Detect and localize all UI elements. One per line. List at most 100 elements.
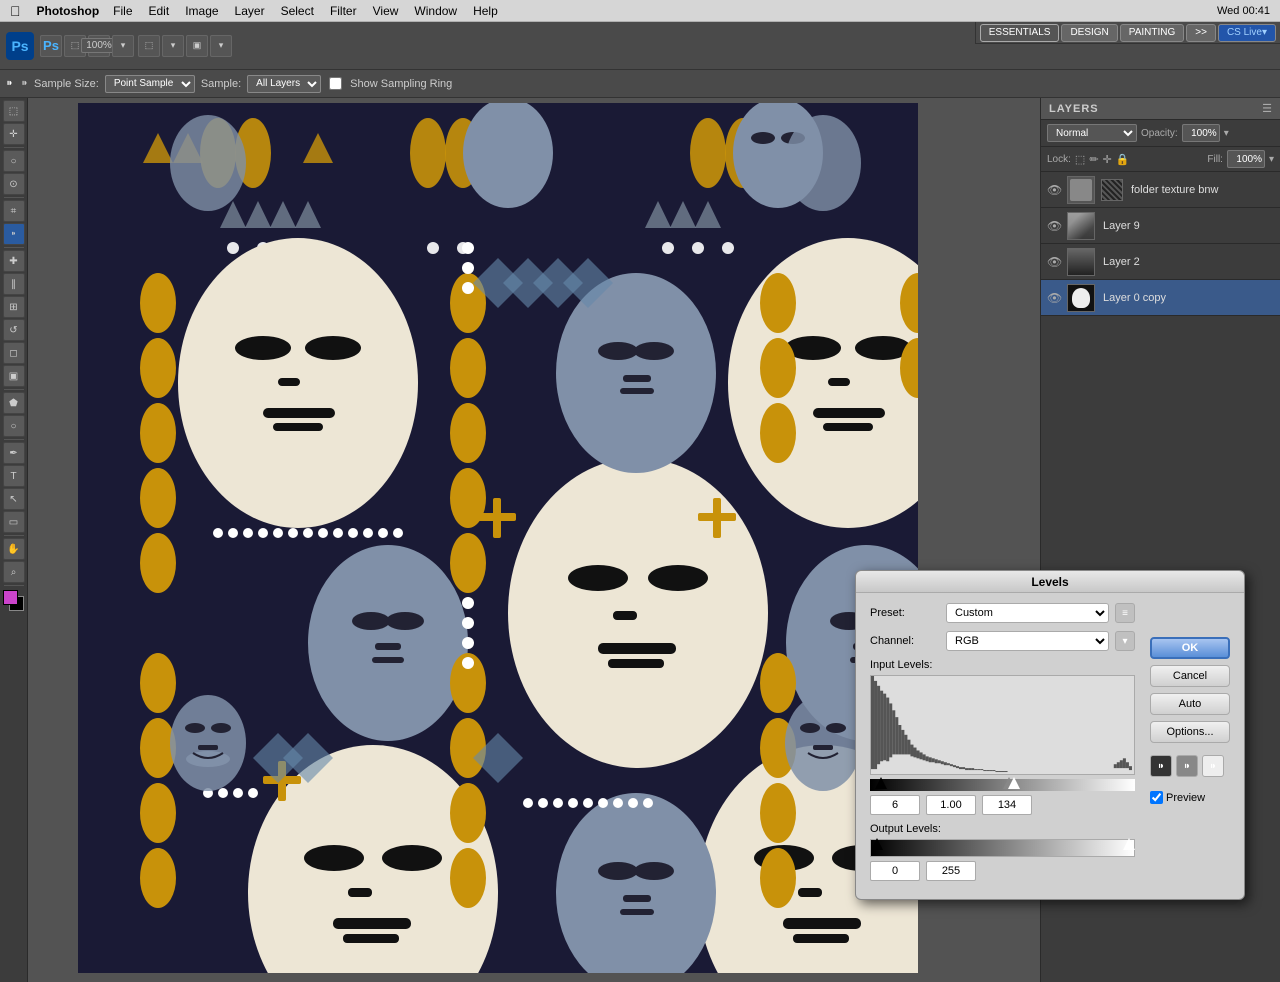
lock-pixels-btn[interactable]: ✏ xyxy=(1089,153,1098,166)
gradient-tool-btn[interactable]: ▣ xyxy=(3,365,25,387)
clone-stamp-btn[interactable]: ⊞ xyxy=(3,296,25,318)
levels-options-btn[interactable]: Options... xyxy=(1150,721,1230,743)
sample-size-select[interactable]: Point Sample xyxy=(105,75,195,93)
marquee-tool-btn[interactable]: ⬚ xyxy=(3,100,25,122)
apple-menu[interactable]:  xyxy=(0,3,31,19)
essentials-bar: ESSENTIALS DESIGN PAINTING >> CS Live▾ xyxy=(975,22,1280,44)
fill-arrow[interactable]: ▾ xyxy=(1269,154,1274,165)
menu-view[interactable]: View xyxy=(365,4,407,18)
quick-select-btn[interactable]: ⊙ xyxy=(3,173,25,195)
histogram-svg xyxy=(871,676,1134,774)
menu-select[interactable]: Select xyxy=(273,4,322,18)
eyedropper-tool-btn[interactable]: ⁍ xyxy=(3,223,25,245)
sample-size-label: Sample Size: xyxy=(34,78,99,90)
shape-tool-btn[interactable]: ▭ xyxy=(3,511,25,533)
preset-select[interactable]: Custom xyxy=(946,603,1109,623)
layer-row-9[interactable]: 👁 Layer 9 xyxy=(1041,208,1280,244)
menu-image[interactable]: Image xyxy=(177,4,226,18)
output-black-handle[interactable] xyxy=(871,838,883,850)
arrange-drop-btn[interactable]: ▾ xyxy=(162,35,184,57)
levels-cancel-btn[interactable]: Cancel xyxy=(1150,665,1230,687)
move-tool-btn[interactable]: ✛ xyxy=(3,123,25,145)
opacity-input[interactable] xyxy=(1182,124,1220,142)
output-min-field[interactable]: 0 xyxy=(870,861,920,881)
cs-live-btn[interactable]: CS Live▾ xyxy=(1218,24,1276,42)
lock-position-btn[interactable]: ✛ xyxy=(1103,153,1112,166)
zoom-tool-btn[interactable]: ⌕ xyxy=(3,561,25,583)
levels-ok-btn[interactable]: OK xyxy=(1150,637,1230,659)
input-max-field[interactable]: 134 xyxy=(982,795,1032,815)
layer-visibility-0copy[interactable]: 👁 xyxy=(1047,291,1063,305)
layer-name-0copy: Layer 0 copy xyxy=(1103,292,1166,304)
layer-visibility-folder[interactable]: 👁 xyxy=(1047,183,1063,197)
path-select-btn[interactable]: ↖ xyxy=(3,488,25,510)
output-slider-track[interactable] xyxy=(870,839,1135,857)
channel-select[interactable]: RGB xyxy=(946,631,1109,651)
preview-checkbox[interactable] xyxy=(1150,791,1163,804)
tool-separator-5 xyxy=(4,439,24,440)
input-slider-track[interactable] xyxy=(870,779,1135,791)
menu-help[interactable]: Help xyxy=(465,4,506,18)
lasso-tool-btn[interactable]: ○ xyxy=(3,150,25,172)
zoom-display-btn: 100% xyxy=(88,35,110,57)
layers-panel-title: LAYERS xyxy=(1049,103,1099,115)
more-workspaces-btn[interactable]: >> xyxy=(1186,24,1216,42)
fill-input[interactable] xyxy=(1227,150,1265,168)
brush-tool-btn[interactable]: ∥ xyxy=(3,273,25,295)
input-black-handle[interactable] xyxy=(875,777,887,789)
eraser-tool-btn[interactable]: ◻ xyxy=(3,342,25,364)
foreground-color-swatch[interactable] xyxy=(3,590,18,605)
painting-tab[interactable]: PAINTING xyxy=(1120,24,1184,42)
input-mid-field[interactable]: 1.00 xyxy=(926,795,976,815)
hand-tool-btn[interactable]: ✋ xyxy=(3,538,25,560)
history-brush-btn[interactable]: ↺ xyxy=(3,319,25,341)
screen-drop-btn[interactable]: ▾ xyxy=(210,35,232,57)
lock-all-btn[interactable]: 🔒 xyxy=(1116,153,1130,166)
channel-row: Channel: RGB ▾ xyxy=(870,631,1135,651)
gray-eyedropper-btn[interactable]: ⁍ xyxy=(1176,755,1198,777)
lock-transparency-btn[interactable]: ⬚ xyxy=(1075,153,1085,166)
toolbar-group-arrange: ⬚ ▾ ▣ ▾ xyxy=(138,35,232,57)
output-max-field[interactable]: 255 xyxy=(926,861,976,881)
zoom-drop-btn[interactable]: ▾ xyxy=(112,35,134,57)
essentials-tab[interactable]: ESSENTIALS xyxy=(980,24,1060,42)
preset-options-btn[interactable]: ≡ xyxy=(1115,603,1135,623)
show-sampling-ring-checkbox[interactable] xyxy=(329,77,342,90)
white-eyedropper-btn[interactable]: ⁍ xyxy=(1202,755,1224,777)
design-tab[interactable]: DESIGN xyxy=(1061,24,1117,42)
layer-row-folder[interactable]: 👁 folder texture bnw xyxy=(1041,172,1280,208)
opacity-arrow[interactable]: ▾ xyxy=(1224,128,1229,139)
output-levels-label: Output Levels: xyxy=(870,823,1135,835)
pen-tool-btn[interactable]: ✒ xyxy=(3,442,25,464)
levels-body: OK Cancel Auto Options... ⁍ ⁍ ⁍ Preview … xyxy=(856,593,1244,899)
text-tool-btn[interactable]: T xyxy=(3,465,25,487)
blur-tool-btn[interactable]: ⬟ xyxy=(3,392,25,414)
menu-edit[interactable]: Edit xyxy=(141,4,178,18)
layer-thumb-9 xyxy=(1067,212,1095,240)
dodge-tool-btn[interactable]: ○ xyxy=(3,415,25,437)
blend-mode-select[interactable]: Normal xyxy=(1047,124,1137,142)
layer-visibility-2[interactable]: 👁 xyxy=(1047,255,1063,269)
menu-file[interactable]: File xyxy=(105,4,140,18)
healing-brush-btn[interactable]: ✚ xyxy=(3,250,25,272)
layer-name-2: Layer 2 xyxy=(1103,256,1140,268)
sample-select[interactable]: All Layers xyxy=(247,75,321,93)
layer-visibility-9[interactable]: 👁 xyxy=(1047,219,1063,233)
menu-window[interactable]: Window xyxy=(406,4,465,18)
input-min-field[interactable]: 6 xyxy=(870,795,920,815)
menu-layer[interactable]: Layer xyxy=(227,4,273,18)
arrange-btn[interactable]: ⬚ xyxy=(138,35,160,57)
sample-label: Sample: xyxy=(201,78,241,90)
layers-panel-menu-btn[interactable]: ☰ xyxy=(1262,102,1272,115)
output-white-handle[interactable] xyxy=(1123,838,1135,850)
layer-row-2[interactable]: 👁 Layer 2 xyxy=(1041,244,1280,280)
menu-filter[interactable]: Filter xyxy=(322,4,365,18)
channel-options-btn[interactable]: ▾ xyxy=(1115,631,1135,651)
input-white-handle[interactable] xyxy=(1008,777,1020,789)
levels-auto-btn[interactable]: Auto xyxy=(1150,693,1230,715)
black-eyedropper-btn[interactable]: ⁍ xyxy=(1150,755,1172,777)
crop-tool-btn[interactable]: ⌗ xyxy=(3,200,25,222)
layer-row-0copy[interactable]: 👁 Layer 0 copy xyxy=(1041,280,1280,316)
new-doc-btn[interactable]: Ps xyxy=(40,35,62,57)
screen-btn[interactable]: ▣ xyxy=(186,35,208,57)
